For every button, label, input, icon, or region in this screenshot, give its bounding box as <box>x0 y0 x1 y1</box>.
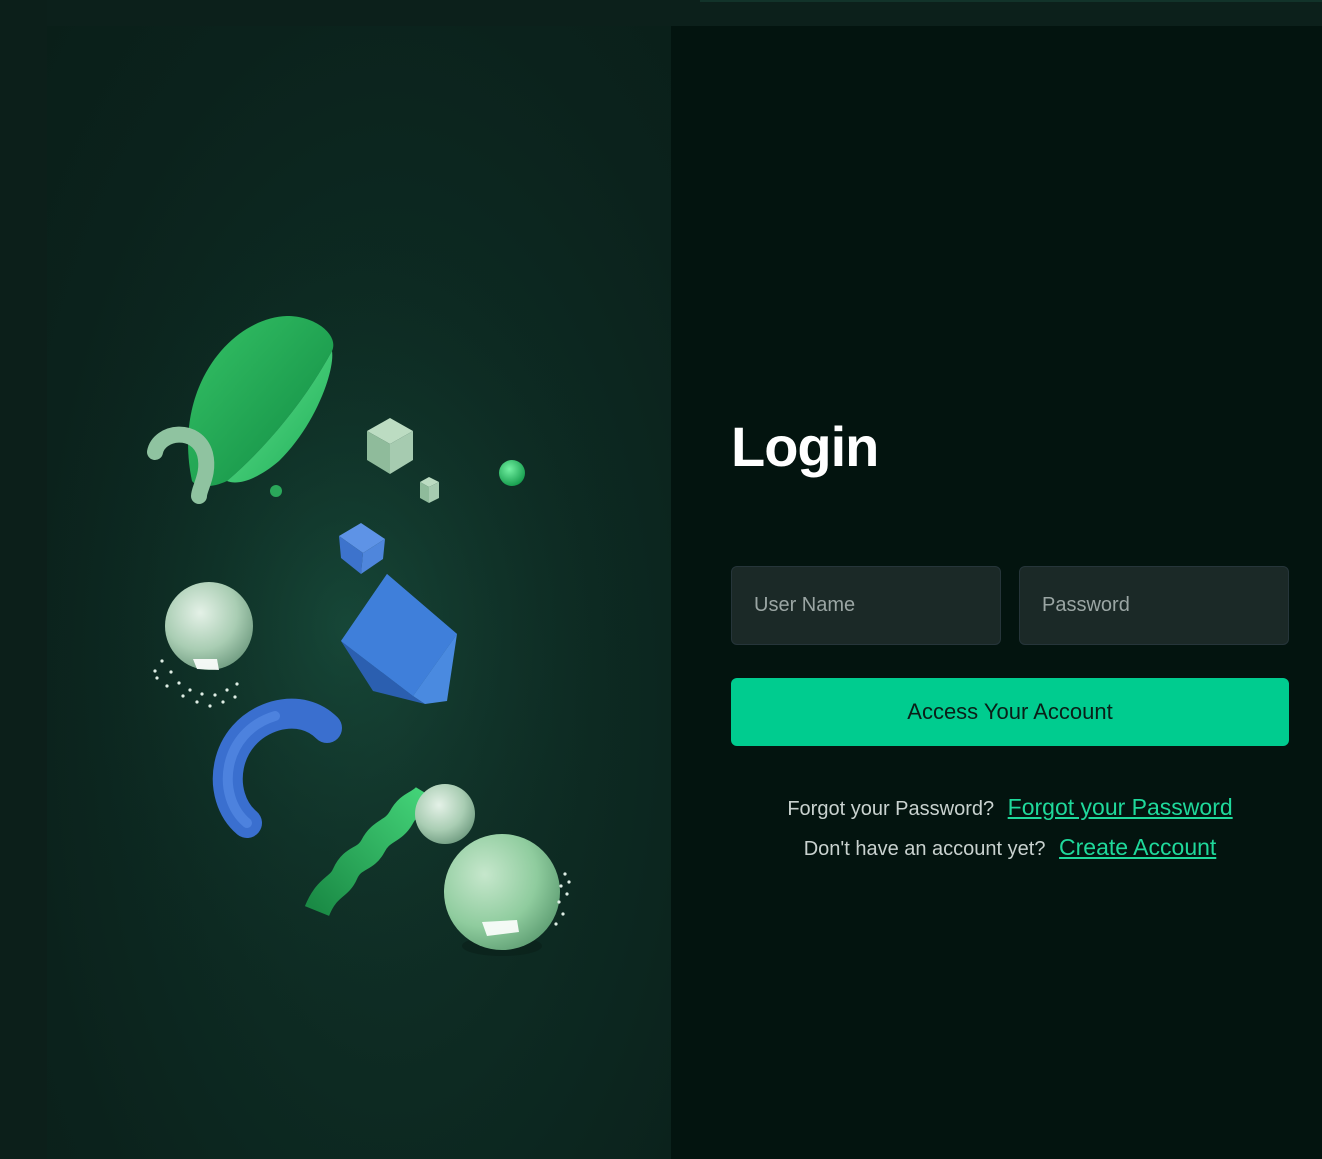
create-account-link[interactable]: Create Account <box>1059 834 1216 860</box>
username-input[interactable] <box>731 566 1001 645</box>
abstract-3d-shapes-illustration <box>47 206 647 1046</box>
forgot-password-prompt: Forgot your Password? <box>787 798 995 820</box>
signup-prompt: Don't have an account yet? <box>803 838 1046 860</box>
illustration-panel <box>47 26 671 1159</box>
forgot-password-row: Forgot your Password? Forgot your Passwo… <box>731 794 1289 821</box>
password-input[interactable] <box>1019 566 1289 645</box>
signup-row: Don't have an account yet? Create Accoun… <box>731 834 1289 861</box>
left-gutter <box>0 0 47 1159</box>
login-title: Login <box>731 415 879 478</box>
access-account-button[interactable]: Access Your Account <box>731 678 1289 746</box>
forgot-password-link[interactable]: Forgot your Password <box>1008 794 1233 820</box>
login-panel: Login Access Your Account Forgot your Pa… <box>671 26 1322 1159</box>
top-strip <box>0 0 1322 26</box>
